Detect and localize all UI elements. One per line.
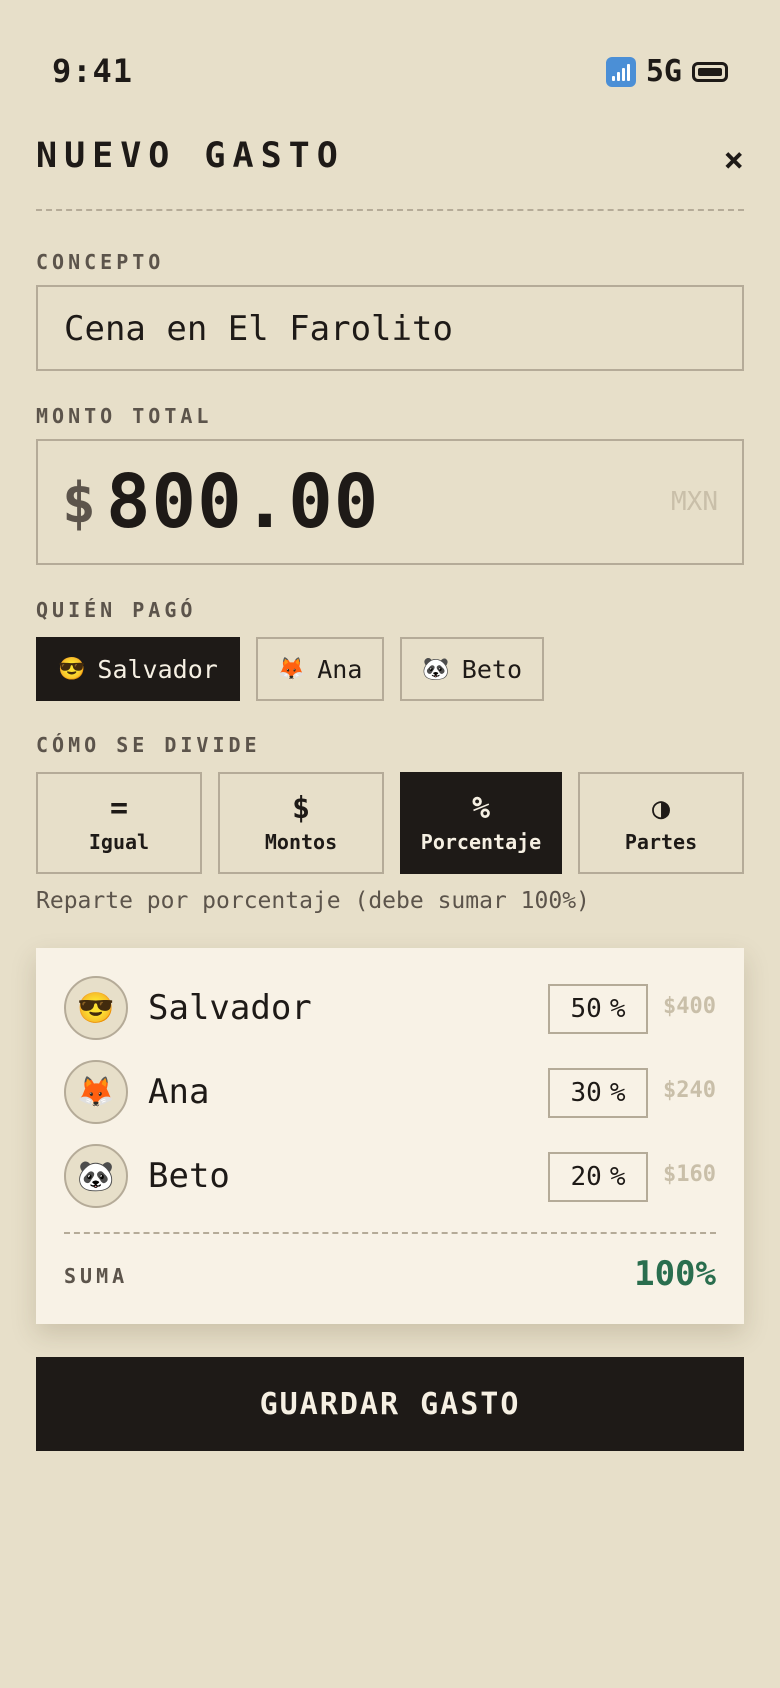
battery-icon bbox=[692, 61, 728, 82]
member-row-beto: 🐼 Beto 20 % $160 bbox=[64, 1144, 716, 1210]
avatar-sunglasses-icon: 😎 bbox=[58, 656, 86, 682]
split-mode-selector: = Igual $ Montos % Porcentaje ◑ Partes bbox=[36, 772, 744, 874]
payer-chip-label: Ana bbox=[317, 654, 363, 684]
split-label: CÓMO SE DIVIDE bbox=[36, 733, 261, 757]
avatar-panda-icon: 🐼 bbox=[64, 1144, 128, 1208]
split-breakdown-card: 😎 Salvador 50 % $400 🦊 Ana 30 % $240 🐼 B… bbox=[36, 948, 744, 1324]
half-circle-icon: ◑ bbox=[651, 791, 671, 826]
split-amounts-button[interactable]: $ Montos bbox=[218, 772, 384, 874]
split-shares-button[interactable]: ◑ Partes bbox=[578, 772, 744, 874]
amount-label: MONTO TOTAL bbox=[36, 404, 213, 428]
status-indicators: 5G bbox=[605, 54, 728, 89]
split-option-label: Igual bbox=[88, 830, 150, 854]
percent-icon: % bbox=[471, 791, 491, 826]
status-bar: 9:41 5G bbox=[0, 0, 780, 120]
currency-symbol: $ bbox=[62, 471, 96, 536]
payer-chip-salvador[interactable]: 😎 Salvador bbox=[36, 637, 240, 701]
percent-unit: % bbox=[609, 1162, 626, 1192]
signal-icon bbox=[605, 56, 636, 87]
payer-chip-label: Salvador bbox=[97, 654, 218, 684]
payer-chip-label: Beto bbox=[461, 654, 523, 684]
percent-value: 20 bbox=[570, 1162, 602, 1192]
close-icon[interactable]: × bbox=[724, 140, 744, 180]
equals-icon: = bbox=[109, 791, 129, 826]
network-label: 5G bbox=[645, 54, 682, 89]
concept-input[interactable]: Cena en El Farolito bbox=[36, 285, 744, 371]
header-divider bbox=[36, 209, 744, 211]
concept-value: Cena en El Farolito bbox=[64, 309, 453, 349]
percent-value: 30 bbox=[570, 1078, 602, 1108]
sum-value: 100% bbox=[634, 1254, 716, 1294]
split-hint: Reparte por porcentaje (debe sumar 100%) bbox=[36, 888, 590, 914]
avatar-sunglasses-icon: 😎 bbox=[64, 976, 128, 1040]
percent-unit: % bbox=[609, 1078, 626, 1108]
split-percentage-button[interactable]: % Porcentaje bbox=[400, 772, 562, 874]
share-amount: $400 bbox=[663, 994, 716, 1019]
payer-chip-beto[interactable]: 🐼 Beto bbox=[400, 637, 545, 701]
member-row-ana: 🦊 Ana 30 % $240 bbox=[64, 1060, 716, 1126]
percent-value: 50 bbox=[570, 994, 602, 1024]
split-option-label: Porcentaje bbox=[420, 830, 542, 854]
member-name: Beto bbox=[148, 1156, 230, 1196]
member-name: Salvador bbox=[148, 988, 312, 1028]
avatar-fox-icon: 🦊 bbox=[277, 656, 306, 682]
member-row-salvador: 😎 Salvador 50 % $400 bbox=[64, 976, 716, 1042]
avatar-panda-icon: 🐼 bbox=[422, 656, 450, 682]
dollar-icon: $ bbox=[291, 791, 311, 826]
percent-input[interactable]: 30 % bbox=[548, 1068, 648, 1118]
amount-input[interactable]: $ 800.00 MXN bbox=[36, 439, 744, 565]
share-amount: $240 bbox=[663, 1078, 716, 1103]
share-amount: $160 bbox=[663, 1162, 716, 1187]
payer-label: QUIÉN PAGÓ bbox=[36, 598, 197, 622]
card-divider bbox=[64, 1232, 716, 1234]
split-option-label: Montos bbox=[264, 830, 338, 854]
split-equal-button[interactable]: = Igual bbox=[36, 772, 202, 874]
page-title: NUEVO GASTO bbox=[36, 136, 345, 176]
split-option-label: Partes bbox=[624, 830, 698, 854]
percent-input[interactable]: 50 % bbox=[548, 984, 648, 1034]
payer-chip-ana[interactable]: 🦊 Ana bbox=[255, 637, 385, 701]
percent-unit: % bbox=[609, 994, 626, 1024]
status-time: 9:41 bbox=[52, 52, 134, 90]
header: NUEVO GASTO × bbox=[36, 130, 744, 210]
sum-label: SUMA bbox=[64, 1264, 129, 1288]
concept-label: CONCEPTO bbox=[36, 250, 165, 274]
save-expense-button[interactable]: GUARDAR GASTO bbox=[36, 1357, 744, 1451]
avatar-fox-icon: 🦊 bbox=[64, 1060, 128, 1124]
member-name: Ana bbox=[148, 1072, 210, 1112]
currency-code: MXN bbox=[671, 487, 718, 517]
payer-selector: 😎 Salvador 🦊 Ana 🐼 Beto bbox=[36, 637, 545, 701]
amount-value: 800.00 bbox=[106, 459, 380, 545]
percent-input[interactable]: 20 % bbox=[548, 1152, 648, 1202]
